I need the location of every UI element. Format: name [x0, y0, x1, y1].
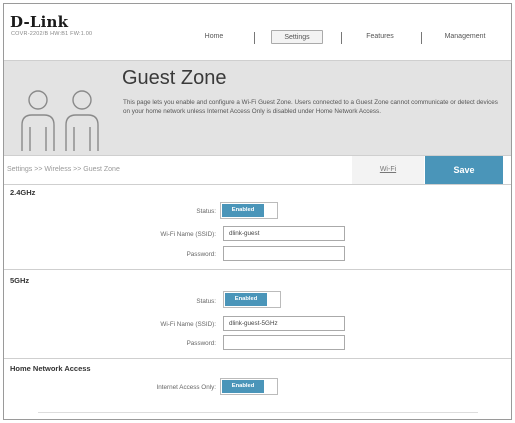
nav-separator [254, 32, 255, 44]
password-input-5ghz[interactable] [223, 335, 345, 350]
header: D-Link COVR-2202/B HW:B1 FW:1.00 Home Se… [4, 4, 511, 60]
status-label-2-4ghz: Status: [196, 208, 216, 215]
toggle-state: Enabled [222, 380, 264, 393]
page-description: This page lets you enable and configure … [123, 99, 498, 115]
section-title-5ghz: 5GHz [10, 276, 30, 285]
toggle-state: Enabled [222, 204, 264, 217]
toggle-state: Enabled [225, 293, 267, 306]
status-toggle-5ghz[interactable]: Enabled [223, 291, 281, 308]
save-button[interactable]: Save [425, 156, 503, 184]
page-title: Guest Zone [122, 67, 227, 89]
password-label-5ghz: Password: [186, 340, 216, 347]
router-ui-frame: D-Link COVR-2202/B HW:B1 FW:1.00 Home Se… [3, 3, 512, 420]
nav-separator [341, 32, 342, 44]
breadcrumb: Settings >> Wireless >> Guest Zone [7, 166, 120, 173]
status-label-5ghz: Status: [196, 298, 216, 305]
dlink-logo[interactable]: D-Link [10, 13, 68, 31]
nav-separator [421, 32, 422, 44]
section-divider [4, 358, 511, 359]
page-banner: Guest Zone This page lets you enable and… [4, 60, 511, 156]
section-title-home-network: Home Network Access [10, 364, 91, 373]
ssid-input-5ghz[interactable] [223, 316, 345, 331]
section-divider [4, 269, 511, 270]
section-title-2-4ghz: 2.4GHz [10, 188, 36, 197]
ssid-input-2-4ghz[interactable] [223, 226, 345, 241]
ssid-label-5ghz: Wi-Fi Name (SSID): [160, 321, 216, 328]
nav-settings[interactable]: Settings [271, 30, 323, 44]
section-divider [4, 184, 511, 185]
model-info: COVR-2202/B HW:B1 FW:1.00 [11, 31, 93, 37]
internet-only-toggle[interactable]: Enabled [220, 378, 278, 395]
status-toggle-2-4ghz[interactable]: Enabled [220, 202, 278, 219]
nav-home[interactable]: Home [197, 30, 231, 44]
nav-features[interactable]: Features [357, 30, 403, 44]
footer-divider [38, 412, 478, 413]
internet-only-label: Internet Access Only: [156, 384, 217, 391]
password-input-2-4ghz[interactable] [223, 246, 345, 261]
two-people-icon [21, 90, 99, 151]
password-label-2-4ghz: Password: [186, 251, 216, 258]
wifi-link[interactable]: Wi-Fi [352, 156, 424, 184]
ssid-label-2-4ghz: Wi-Fi Name (SSID): [160, 231, 216, 238]
nav-management[interactable]: Management [435, 30, 495, 44]
